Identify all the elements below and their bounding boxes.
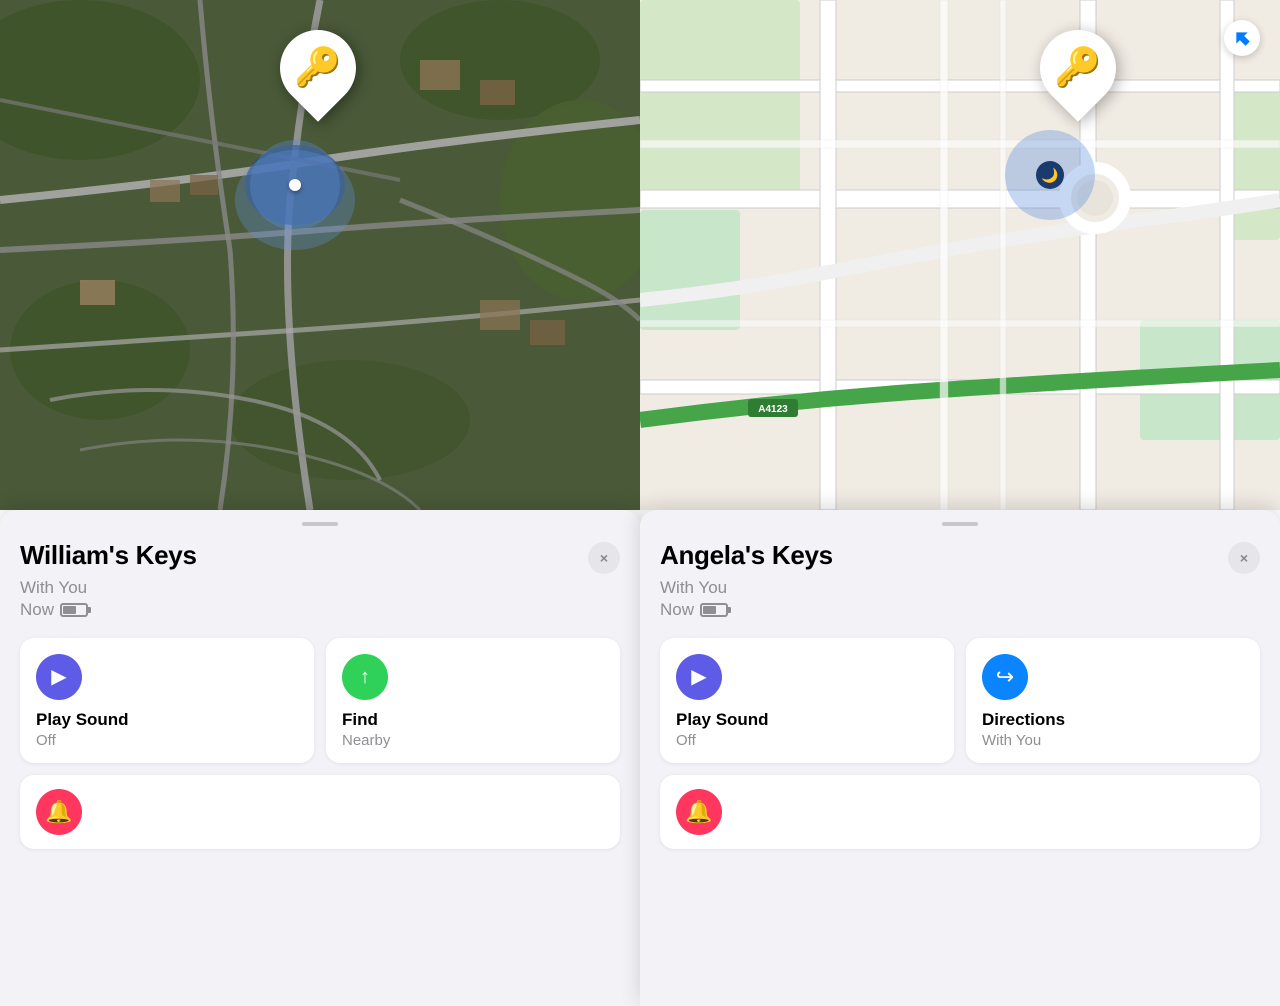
play-sound-subtitle-right: Off [676,732,938,749]
right-sheet: Angela's Keys × With You Now ▶ Play Soun… [640,510,1280,1006]
right-actions-grid: ▶ Play Sound Off ↪ Directions With You [660,638,1260,763]
battery-icon-right [700,603,728,617]
right-map: A4123 🔑 🌙 [640,0,1280,510]
left-item-title: William's Keys [20,540,197,571]
location-circle-right: 🌙 [1005,130,1095,220]
directions-icon: ↪ [982,654,1028,700]
right-close-button[interactable]: × [1228,542,1260,574]
play-sound-title-left: Play Sound [36,710,298,730]
battery-icon-left [60,603,88,617]
location-circle-left [250,140,340,230]
left-panel: 🔑 William's Keys × With You Now ▶ [0,0,640,1006]
left-sheet: William's Keys × With You Now ▶ Play Sou… [0,510,640,1006]
close-icon-left: × [600,550,608,566]
play-sound-icon-left: ▶ [36,654,82,700]
left-actions-grid: ▶ Play Sound Off ↑ Find Nearby [20,638,620,763]
left-close-button[interactable]: × [588,542,620,574]
directions-subtitle: With You [982,732,1244,749]
sheet-handle-right [942,522,978,526]
right-panel: A4123 🔑 🌙 Angela's Keys × [640,0,1280,1006]
notification-button-right[interactable]: 🔔 [660,775,1260,849]
key-emoji-right: 🔑 [1054,49,1101,87]
moon-icon: 🌙 [1041,168,1058,182]
play-sound-subtitle-left: Off [36,732,298,749]
left-status: Now [20,600,620,620]
find-nearby-subtitle: Nearby [342,732,604,749]
find-nearby-title: Find [342,710,604,730]
left-map: 🔑 [0,0,640,510]
notification-icon-right: 🔔 [676,789,722,835]
directions-button[interactable]: ↪ Directions With You [966,638,1260,763]
right-item-title: Angela's Keys [660,540,833,571]
right-map-pin: 🔑 [1040,30,1116,106]
notification-icon-left: 🔔 [36,789,82,835]
location-arrow-button[interactable] [1224,20,1260,56]
play-sound-button-right[interactable]: ▶ Play Sound Off [660,638,954,763]
play-sound-icon-right: ▶ [676,654,722,700]
left-map-pin: 🔑 [280,30,356,106]
right-status: Now [660,600,1260,620]
right-subtitle: With You [660,578,1260,598]
play-sound-title-right: Play Sound [676,710,938,730]
svg-text:A4123: A4123 [758,404,788,415]
play-sound-button-left[interactable]: ▶ Play Sound Off [20,638,314,763]
left-subtitle: With You [20,578,620,598]
find-nearby-icon: ↑ [342,654,388,700]
directions-title: Directions [982,710,1244,730]
find-nearby-button[interactable]: ↑ Find Nearby [326,638,620,763]
key-emoji-left: 🔑 [294,49,341,87]
notification-button-left[interactable]: 🔔 [20,775,620,849]
close-icon-right: × [1240,550,1248,566]
sheet-handle-left [302,522,338,526]
